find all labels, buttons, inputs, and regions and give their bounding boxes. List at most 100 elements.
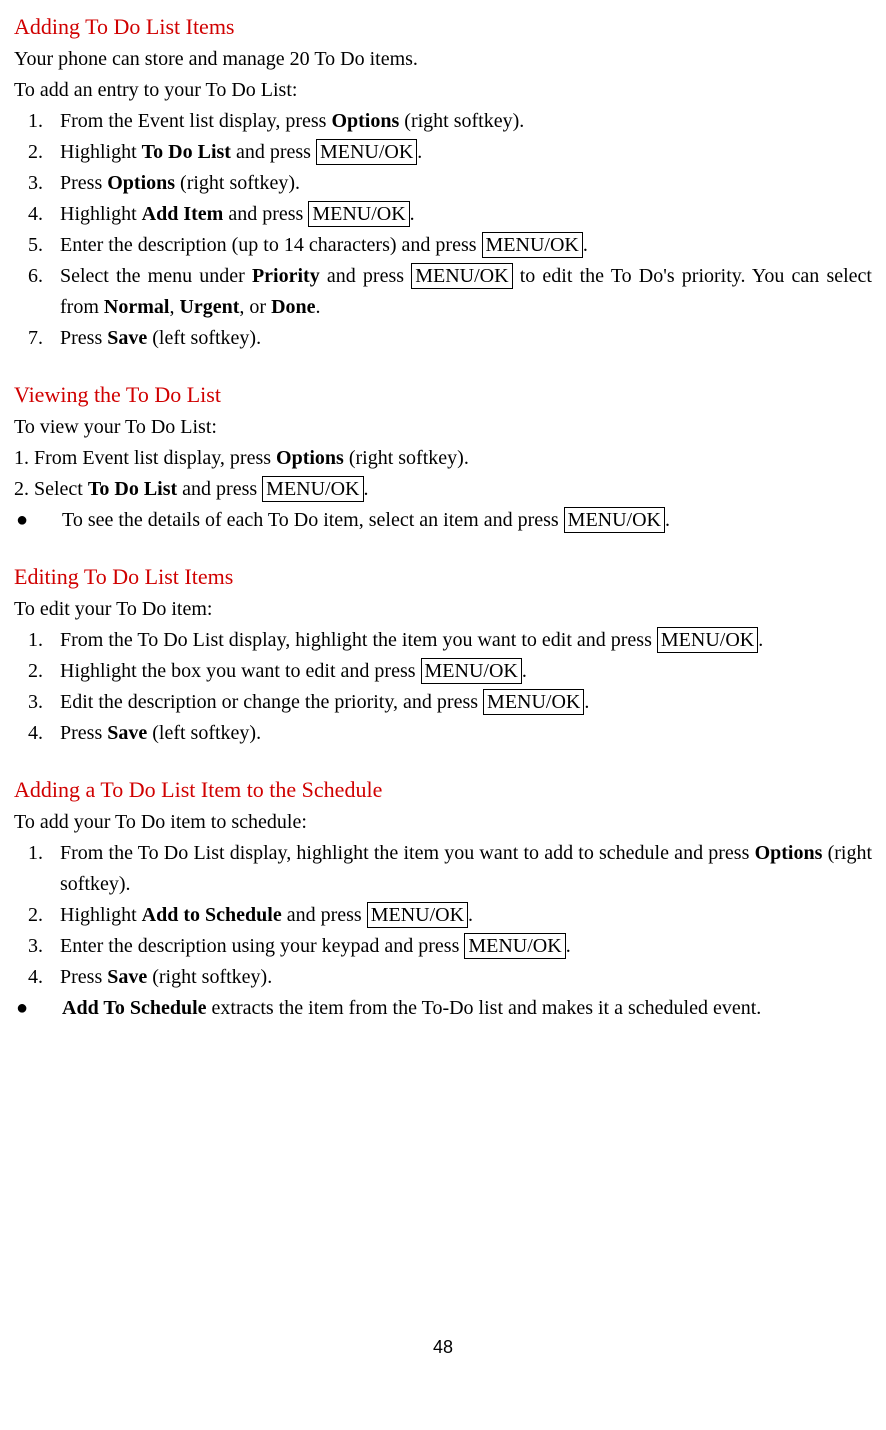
step-item: Enter the description using your keypad …: [48, 931, 872, 962]
steps-list: From the Event list display, press Optio…: [14, 106, 872, 354]
text: Press: [60, 966, 107, 988]
text: To see the details of each To Do item, s…: [62, 509, 564, 531]
text: .: [417, 141, 422, 163]
text: (left softkey).: [147, 722, 261, 744]
text: and press: [282, 904, 367, 926]
bullet-item: ● Add To Schedule extracts the item from…: [14, 993, 872, 1024]
bold-text: To Do List: [142, 141, 231, 163]
text: ,: [169, 296, 179, 318]
text: (right softkey).: [147, 966, 272, 988]
text: , or: [239, 296, 271, 318]
step-item: Select the menu under Priority and press…: [48, 261, 872, 323]
bullet-text: To see the details of each To Do item, s…: [62, 505, 872, 536]
step-item: Press Options (right softkey).: [48, 168, 872, 199]
key-label: MENU/OK: [316, 139, 417, 165]
text: Highlight: [60, 203, 142, 225]
text: extracts the item from the To-Do list an…: [207, 997, 762, 1019]
key-label: MENU/OK: [482, 232, 583, 258]
bold-text: Options: [276, 447, 344, 469]
text: .: [468, 904, 473, 926]
steps-list: From the To Do List display, highlight t…: [14, 625, 872, 749]
steps-list: From the To Do List display, highlight t…: [14, 838, 872, 993]
text: .: [584, 691, 589, 713]
step-item: 1. From Event list display, press Option…: [14, 443, 872, 474]
section-heading-adding: Adding To Do List Items: [14, 10, 872, 44]
text: Select the menu under: [60, 265, 252, 287]
bold-text: Add To Schedule: [62, 997, 207, 1019]
text: 1. From Event list display, press: [14, 447, 276, 469]
section-heading-schedule: Adding a To Do List Item to the Schedule: [14, 773, 872, 807]
step-item: 2. Select To Do List and press MENU/OK.: [14, 474, 872, 505]
text: Enter the description using your keypad …: [60, 935, 464, 957]
step-item: Enter the description (up to 14 characte…: [48, 230, 872, 261]
bold-text: To Do List: [88, 478, 177, 500]
bullet-text: Add To Schedule extracts the item from t…: [62, 993, 872, 1024]
text: .: [364, 478, 369, 500]
bullet-item: ● To see the details of each To Do item,…: [14, 505, 872, 536]
step-item: Press Save (left softkey).: [48, 323, 872, 354]
text: and press: [320, 265, 411, 287]
text: .: [758, 629, 763, 651]
text: Edit the description or change the prior…: [60, 691, 483, 713]
bold-text: Options: [755, 842, 823, 864]
text: Press: [60, 722, 107, 744]
bullet-icon: ●: [14, 993, 62, 1024]
bold-text: Priority: [252, 265, 320, 287]
bold-text: Save: [107, 327, 147, 349]
text: Enter the description (up to 14 characte…: [60, 234, 482, 256]
key-label: MENU/OK: [367, 902, 468, 928]
key-label: MENU/OK: [262, 476, 363, 502]
text: From the To Do List display, highlight t…: [60, 842, 755, 864]
section-heading-viewing: Viewing the To Do List: [14, 378, 872, 412]
bold-text: Done: [271, 296, 315, 318]
text: (right softkey).: [399, 110, 524, 132]
bold-text: Options: [107, 172, 175, 194]
key-label: MENU/OK: [421, 658, 522, 684]
text: 2. Select: [14, 478, 88, 500]
step-item: Highlight Add Item and press MENU/OK.: [48, 199, 872, 230]
step-item: Edit the description or change the prior…: [48, 687, 872, 718]
text: (right softkey).: [344, 447, 469, 469]
text: From the Event list display, press: [60, 110, 331, 132]
key-label: MENU/OK: [464, 933, 565, 959]
text: and press: [231, 141, 316, 163]
key-label: MENU/OK: [657, 627, 758, 653]
text: Highlight the box you want to edit and p…: [60, 660, 421, 682]
text: and press: [177, 478, 262, 500]
key-label: MENU/OK: [483, 689, 584, 715]
intro-text: To view your To Do List:: [14, 412, 872, 443]
text: .: [410, 203, 415, 225]
key-label: MENU/OK: [411, 263, 512, 289]
text: Press: [60, 172, 107, 194]
step-item: Highlight the box you want to edit and p…: [48, 656, 872, 687]
bold-text: Add Item: [142, 203, 224, 225]
intro-text: To edit your To Do item:: [14, 594, 872, 625]
step-item: From the To Do List display, highlight t…: [48, 625, 872, 656]
intro-text: Your phone can store and manage 20 To Do…: [14, 44, 872, 75]
text: Highlight: [60, 904, 142, 926]
text: .: [583, 234, 588, 256]
text: .: [316, 296, 321, 318]
intro-text: To add an entry to your To Do List:: [14, 75, 872, 106]
bold-text: Add to Schedule: [142, 904, 282, 926]
step-item: Press Save (left softkey).: [48, 718, 872, 749]
key-label: MENU/OK: [308, 201, 409, 227]
bold-text: Options: [331, 110, 399, 132]
bold-text: Save: [107, 966, 147, 988]
text: From the To Do List display, highlight t…: [60, 629, 657, 651]
section-heading-editing: Editing To Do List Items: [14, 560, 872, 594]
intro-text: To add your To Do item to schedule:: [14, 807, 872, 838]
page-number: 48: [14, 1334, 872, 1362]
step-item: From the Event list display, press Optio…: [48, 106, 872, 137]
text: (left softkey).: [147, 327, 261, 349]
key-label: MENU/OK: [564, 507, 665, 533]
step-item: Highlight Add to Schedule and press MENU…: [48, 900, 872, 931]
bold-text: Urgent: [179, 296, 239, 318]
text: (right softkey).: [175, 172, 300, 194]
text: Press: [60, 327, 107, 349]
step-item: From the To Do List display, highlight t…: [48, 838, 872, 900]
text: .: [566, 935, 571, 957]
text: and press: [223, 203, 308, 225]
text: .: [522, 660, 527, 682]
bold-text: Save: [107, 722, 147, 744]
